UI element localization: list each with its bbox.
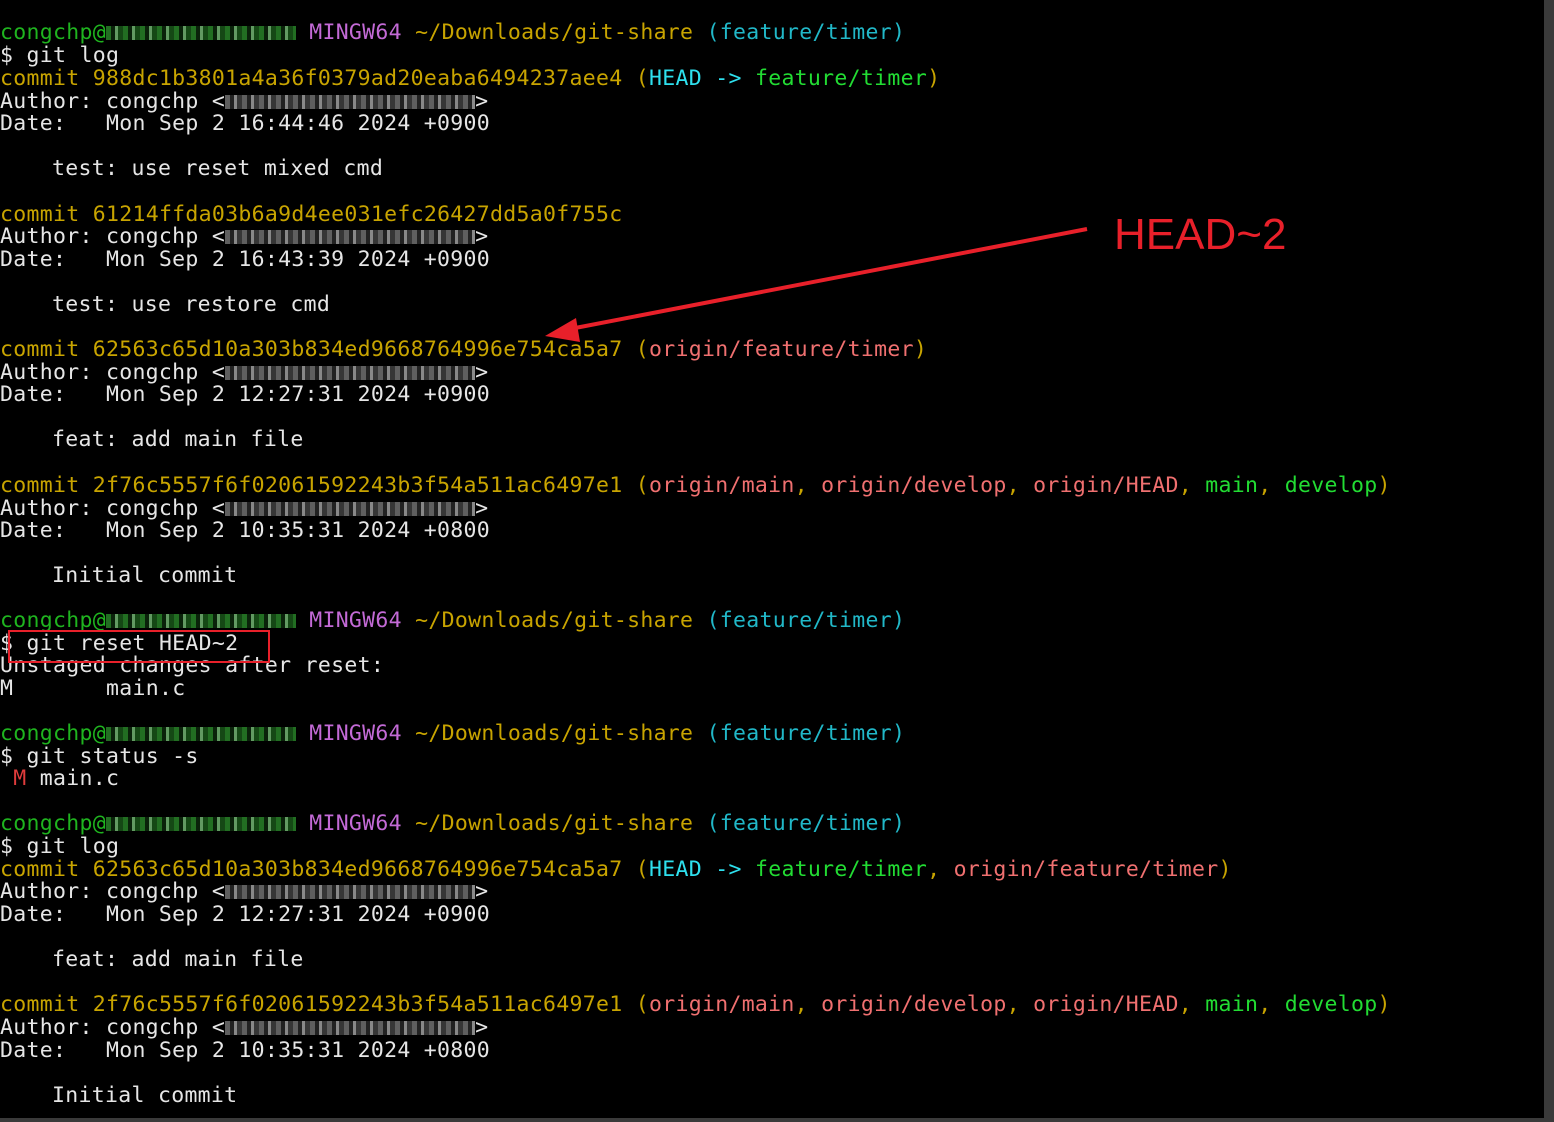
annotation-arrow-icon (545, 227, 1088, 342)
window-border (0, 1118, 1554, 1122)
window-border (1544, 0, 1554, 1122)
annotation-label: HEAD~2 (1114, 210, 1287, 259)
